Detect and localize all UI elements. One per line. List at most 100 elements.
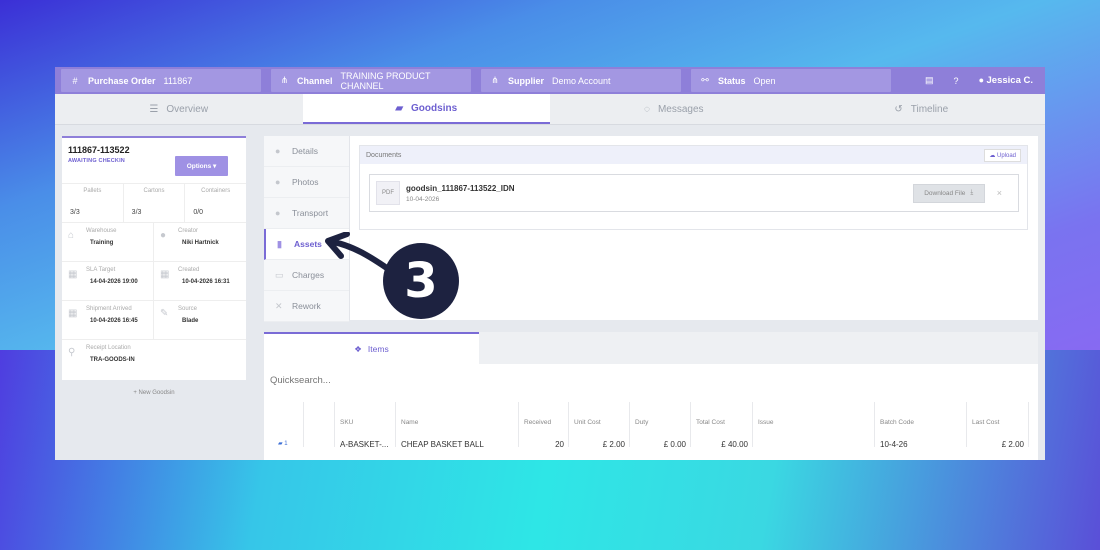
field-value: TRA-GOODS-IN <box>90 357 135 363</box>
list-icon: ☰ <box>149 103 159 115</box>
documents-header: Documents ☁ Upload <box>360 146 1027 164</box>
app-window: # Purchase Order 111867 ⋔ Channel TRAINI… <box>55 67 1045 460</box>
location-icon: ⚲ <box>68 347 76 358</box>
download-file-button[interactable]: Download File ⤓ <box>912 183 985 203</box>
dropbox-icon: ▰ <box>278 441 283 447</box>
cell-received: 20 <box>555 440 564 449</box>
row-index[interactable]: ▰ 1 <box>264 432 304 454</box>
calendar-icon: ▦ <box>68 308 78 319</box>
tab-label: Messages <box>657 103 704 115</box>
cell-duty: £ 0.00 <box>663 440 686 449</box>
field-receipt-location: ⚲ Receipt Location TRA-GOODS-IN <box>62 340 246 379</box>
download-icon: ⤓ <box>970 189 974 196</box>
side-tab-label: Rework <box>292 301 321 311</box>
step-number: 3 <box>404 253 438 309</box>
field-label: Source <box>178 306 198 312</box>
tab-label: Goodsins <box>411 102 458 114</box>
info-icon: ● <box>275 146 281 156</box>
purchase-order-chip: # Purchase Order 111867 <box>61 69 261 92</box>
status-chip: ⚯ Status Open <box>691 69 891 92</box>
field-value: Training <box>90 240 114 246</box>
field-label: Warehouse <box>86 228 117 234</box>
field-creator: ● Creator Niki Hartnick <box>154 223 246 262</box>
cell-unit-cost: £ 2.00 <box>602 440 625 449</box>
cell-issue <box>753 432 875 454</box>
close-icon[interactable]: × <box>997 188 1002 198</box>
field-label: Created <box>178 267 200 273</box>
status-label: Status <box>718 75 746 86</box>
cell-total-cost: £ 40.00 <box>721 440 748 449</box>
upload-label: Upload <box>996 152 1016 159</box>
table-row[interactable]: ▰ 1 A-BASKET-... CHEAP BASKET BALL 20 £ … <box>264 432 1038 454</box>
field-label: Shipment Arrived <box>86 306 132 312</box>
side-tab-details[interactable]: ● Details <box>264 136 349 167</box>
link-icon: ⚯ <box>701 75 709 85</box>
tab-label: Items <box>367 344 389 354</box>
side-tab-label: Assets <box>294 239 322 249</box>
count-label: Containers <box>201 188 231 194</box>
file-icon: ▮ <box>277 238 282 249</box>
help-icon[interactable]: ? <box>954 76 959 86</box>
top-bar-actions: ▤ ? ● Jessica C. <box>925 75 1039 86</box>
field-value: 10-04-2026 16:45 <box>90 318 138 324</box>
side-tab-transport[interactable]: ● Transport <box>264 198 349 229</box>
status-value: Open <box>753 75 776 86</box>
tab-overview[interactable]: ☰ Overview <box>55 94 303 124</box>
field-label: Creator <box>178 228 199 234</box>
field-label: SLA Target <box>86 267 116 273</box>
user-menu[interactable]: ● Jessica C. <box>979 75 1033 86</box>
quicksearch-input[interactable] <box>270 375 570 386</box>
chat-icon[interactable]: ▤ <box>925 75 934 86</box>
goodsin-card: 111867-113522 AWAITING CHECKIN Options ▾… <box>62 136 246 380</box>
count-value: 0/0 <box>193 209 204 216</box>
sitemap-icon: ⋔ <box>491 75 499 85</box>
goodsin-counts: Pallets 3/3 Cartons 3/3 Containers 0/0 <box>62 183 246 223</box>
count-value: 3/3 <box>70 209 80 216</box>
row-blank <box>304 432 335 454</box>
download-label: Download File <box>924 189 966 197</box>
options-button[interactable]: Options ▾ <box>175 156 228 176</box>
side-tab-photos[interactable]: ● Photos <box>264 167 349 198</box>
pdf-icon: PDF <box>376 181 400 205</box>
field-source: ✎ Source Blade <box>154 301 246 340</box>
purchase-order-label: Purchase Order <box>88 75 156 86</box>
goodsin-card-header: 111867-113522 AWAITING CHECKIN Options ▾ <box>62 138 246 183</box>
user-icon: ● <box>275 177 281 187</box>
channel-value: TRAINING PRODUCT CHANNEL <box>340 70 431 91</box>
side-tab-label: Transport <box>292 208 329 218</box>
tab-timeline[interactable]: ↺ Timeline <box>798 94 1046 124</box>
goodsin-id: 111867-113522 <box>68 145 130 155</box>
field-value: 14-04-2026 19:00 <box>90 279 138 285</box>
field-shipment-arrived: ▦ Shipment Arrived 10-04-2026 16:45 <box>62 301 154 340</box>
user-icon: ● <box>978 75 984 85</box>
supplier-label: Supplier <box>508 75 545 86</box>
document-item: PDF goodsin_111867-113522_IDN 10-04-2026… <box>369 174 1019 212</box>
cell-last-cost: £ 2.00 <box>1001 440 1024 449</box>
count-pallets: Pallets 3/3 <box>62 184 124 222</box>
documents-section: Documents ☁ Upload PDF goodsin_111867-11… <box>359 145 1028 230</box>
satellite-icon: ✎ <box>160 308 169 319</box>
field-warehouse: ⌂ Warehouse Training <box>62 223 154 262</box>
calendar-icon: ▦ <box>160 269 170 280</box>
upload-button[interactable]: ☁ Upload <box>984 148 1021 162</box>
tab-items[interactable]: ❖ Items <box>264 332 479 364</box>
count-label: Cartons <box>143 188 165 194</box>
new-goodsin-button[interactable]: + New Goodsin <box>62 390 246 396</box>
money-icon: ▭ <box>275 269 284 280</box>
documents-title: Documents <box>366 151 402 159</box>
tab-label: Timeline <box>910 103 949 115</box>
channel-chip: ⋔ Channel TRAINING PRODUCT CHANNEL <box>271 69 471 92</box>
supplier-chip: ⋔ Supplier Demo Account <box>481 69 681 92</box>
count-cartons: Cartons 3/3 <box>124 184 186 222</box>
step-badge: 3 <box>383 243 459 319</box>
field-value: Niki Hartnick <box>182 240 219 246</box>
history-icon: ↺ <box>894 103 903 115</box>
side-tab-label: Details <box>292 146 318 156</box>
user-icon: ● <box>160 230 167 241</box>
sitemap-icon: ⋔ <box>280 75 289 85</box>
count-containers: Containers 0/0 <box>185 184 246 222</box>
tab-messages[interactable]: ◌ Messages <box>550 94 798 124</box>
tab-goodsins[interactable]: ▰ Goodsins <box>302 94 550 124</box>
main-tabs: ☰ Overview ▰ Goodsins ◌ Messages ↺ Timel… <box>55 94 1045 125</box>
chat-icon: ◌ <box>643 103 650 115</box>
